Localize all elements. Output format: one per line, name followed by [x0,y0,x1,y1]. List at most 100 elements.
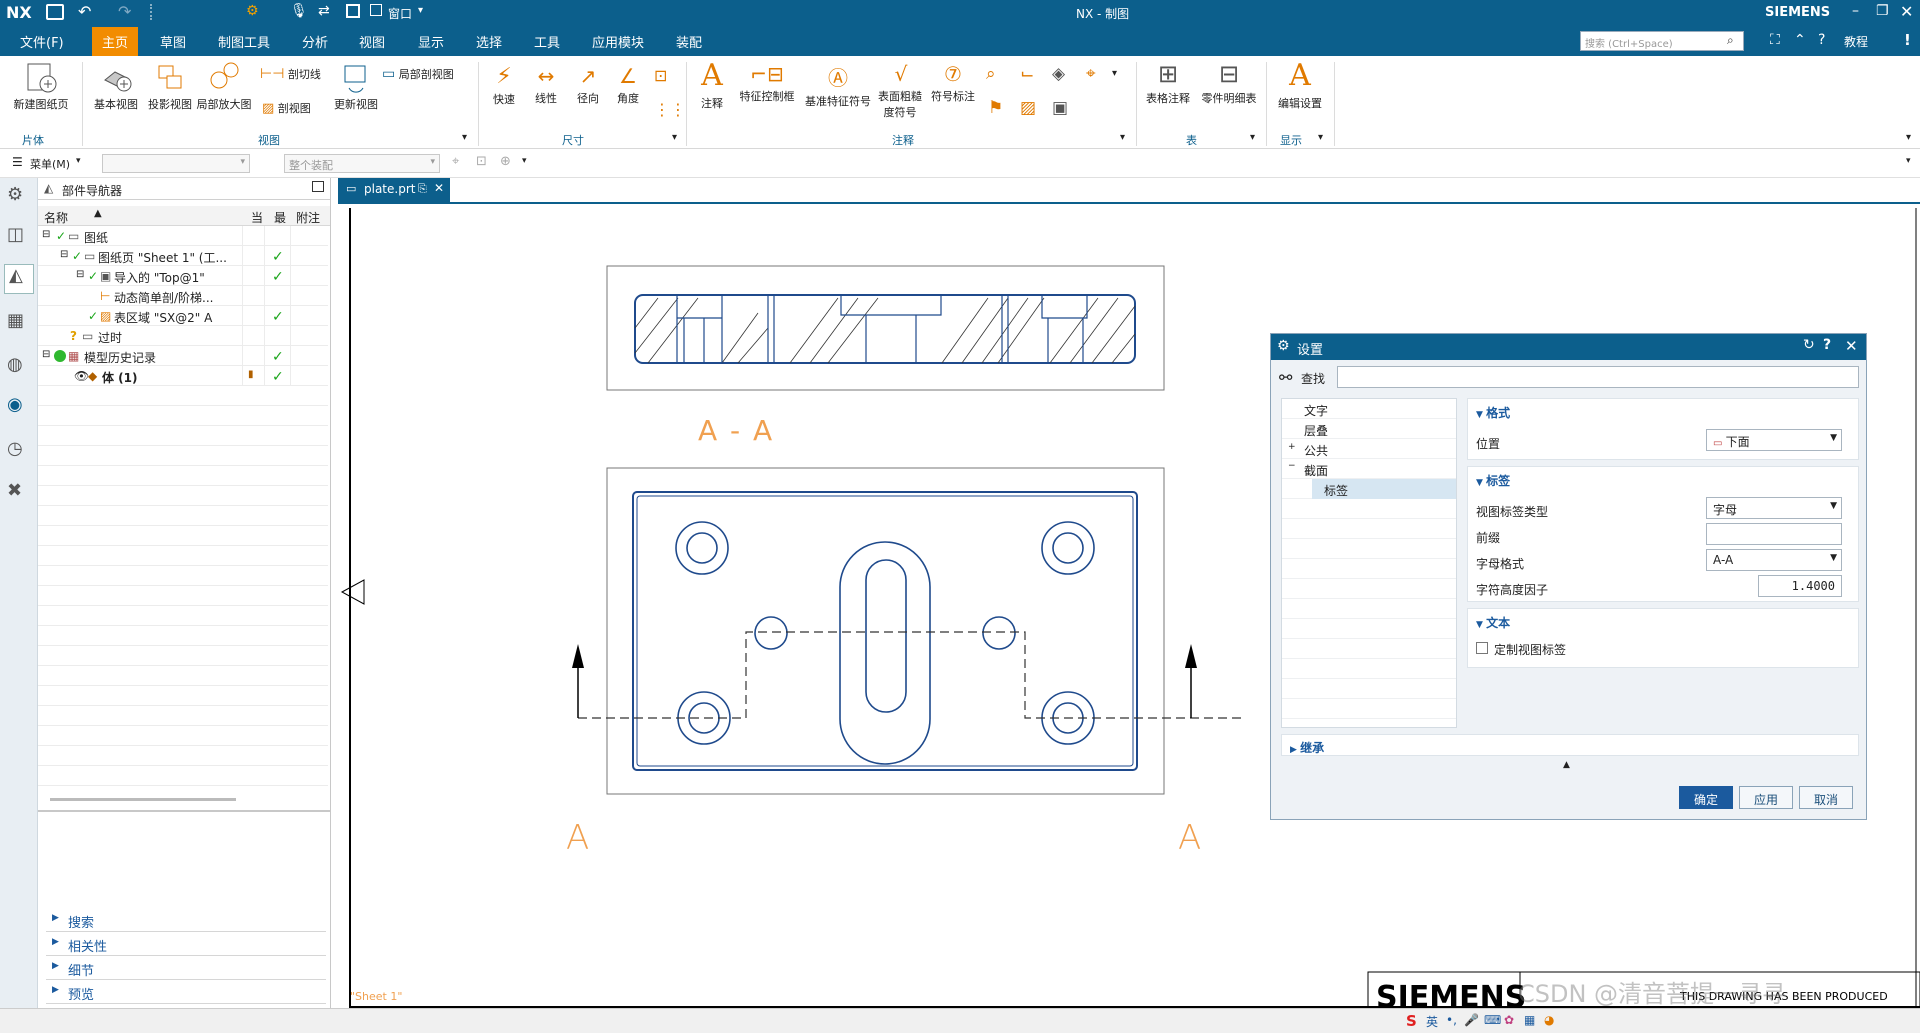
collapse-icon[interactable]: − [1288,461,1296,471]
surface-finish-button[interactable]: √ 表面粗糙度符号 [876,62,926,120]
toolbox-icon[interactable]: ▦ [1524,1013,1535,1027]
assembly-filter-select[interactable]: 整个装配 ▾ [284,154,440,173]
detail-view-button[interactable]: 局部放大图 [194,60,254,112]
prefix-input[interactable] [1706,523,1842,545]
notification-icon[interactable]: ! [1904,31,1911,49]
keyboard-icon[interactable]: ⌨ [1484,1013,1501,1027]
help-icon[interactable]: ? [1823,337,1831,353]
tutorial-link[interactable]: 教程 [1844,33,1868,50]
tab-view[interactable]: 视图 [359,32,385,51]
search-icon[interactable]: ⌕ [1727,33,1734,48]
label-header[interactable]: ▼ 标签 [1476,472,1510,489]
section-view-button[interactable]: ▨ 剖视图 [262,100,328,116]
tab-plate-prt[interactable]: ▭ plate.prt ⎘ ✕ [338,178,450,202]
main-menu-button[interactable]: 菜单(M) [30,156,70,172]
tab-analysis[interactable]: 分析 [302,32,328,51]
microphone-icon[interactable]: 🎙 [290,3,308,19]
chevron-down-icon[interactable]: ▾ [1120,132,1125,143]
tabular-note-button[interactable]: ⊞ 表格注释 [1142,60,1194,106]
view-label-type-select[interactable]: 字母 ▼ [1706,497,1842,519]
fill-icon[interactable]: ◈ [1052,64,1065,84]
collapse-dialog-icon[interactable]: ▲ [1563,760,1570,770]
inherit-section[interactable]: ▶ 继承 [1281,734,1859,756]
fcf-button[interactable]: ⌐⊟ 特征控制框 [734,62,800,104]
chevron-down-icon[interactable]: ▾ [1906,156,1911,166]
part-navigator-icon[interactable]: ◭ [4,264,34,294]
new-sheet-button[interactable]: 新建图纸页 [10,60,72,112]
collapse-ribbon-icon[interactable]: ⌃ [1794,32,1806,48]
restore-icon[interactable]: ❐ [1876,3,1889,19]
snap-icon[interactable]: ⊕ [500,154,511,169]
parts-list-button[interactable]: ⊟ 零件明细表 [1198,60,1260,106]
image-icon[interactable]: ▣ [1052,98,1068,118]
close-icon[interactable]: ✕ [1845,337,1858,355]
splitter[interactable] [38,810,330,812]
text-header[interactable]: ▼ 文本 [1476,614,1510,631]
voice-icon[interactable]: 🎤 [1464,1013,1479,1027]
tab-drafting-tools[interactable]: 制图工具 [218,32,270,51]
select-icon[interactable]: ⌖ [452,154,459,169]
window-icon[interactable] [346,4,360,18]
type-filter-select[interactable]: ▾ [102,154,250,173]
ordinate-dim-icon[interactable]: ⊡ [654,66,667,85]
history-icon[interactable]: ◷ [7,438,31,462]
tree-row-model-history[interactable]: ⊟ ▦ 模型历史记录 ✓ [38,346,328,366]
flag-icon[interactable]: ⚑ [988,98,1003,118]
section-line-button[interactable]: ⊢⊣ 剖切线 [260,66,326,82]
col-name[interactable]: 名称 [44,209,68,226]
tree-row-imported-view[interactable]: ⊟ ✓ ▣ 导入的 "Top@1" ✓ [38,266,328,286]
tree-row-table-region[interactable]: ✓ ▨ 表区域 "SX@2" A ✓ [38,306,328,326]
tree-item-section[interactable]: 截面 [1304,462,1328,479]
save-icon[interactable] [46,4,64,20]
break-out-section-button[interactable]: ▭ 局部剖视图 [382,66,472,82]
redo-icon[interactable]: ↷ [118,2,131,21]
menu-icon[interactable]: ☰ [12,155,23,169]
expand-icon[interactable]: + [1288,442,1296,452]
chevron-down-icon[interactable]: ▾ [1250,132,1255,143]
design-icon[interactable]: ⚙ [246,3,259,19]
horizontal-scrollbar[interactable] [50,798,236,801]
chevron-down-icon[interactable]: ▾ [522,156,527,166]
tab-tools[interactable]: 工具 [534,32,560,51]
cancel-button[interactable]: 取消 [1799,786,1853,809]
col-notes[interactable]: 附注 [296,209,320,226]
tree-item-label-selected[interactable]: 标签 [1312,479,1456,499]
ime-toolbar[interactable]: S 英 •, 🎤 ⌨ ✿ ▦ ◕ [1402,1010,1602,1032]
linear-dim-button[interactable]: ↔ 线性 [526,64,566,106]
command-search[interactable]: 搜索 (Ctrl+Space) ⌕ [1580,31,1744,51]
dialog-title-bar[interactable]: ⚙ 设置 ↻ ? ✕ [1271,334,1866,360]
reset-icon[interactable]: ↻ [1803,337,1815,353]
ime-lang[interactable]: 英 [1426,1013,1438,1030]
edit-settings-button[interactable]: A 编辑设置 [1272,58,1328,111]
help-icon[interactable]: ? [1818,32,1825,48]
section-arrow-label-left[interactable]: A [566,818,589,858]
radial-dim-button[interactable]: ↗ 径向 [568,64,608,106]
close-tab-icon[interactable]: ✕ [434,181,444,195]
chevron-down-icon[interactable]: ▾ [672,132,677,143]
maximize-icon[interactable] [312,181,324,192]
chevron-down-icon[interactable]: ▾ [1318,132,1323,143]
chevron-down-icon[interactable]: ▾ [1906,132,1911,143]
mascot-icon[interactable]: ◕ [1544,1013,1554,1027]
hd3d-icon[interactable]: ◍ [7,354,31,378]
tools-icon[interactable]: ✖ [7,480,31,504]
assembly-navigator-icon[interactable]: ◫ [7,224,31,248]
collapse-icon[interactable]: ⊟ [60,249,68,260]
position-select[interactable]: ▭ 下面 ▼ [1706,429,1842,451]
chain-dim-icon[interactable]: ⋮⋮ [654,100,686,119]
col-current[interactable]: 当 [251,209,263,226]
target-icon[interactable]: ⌖ [1086,64,1096,84]
tree-item-text[interactable]: 文字 [1304,402,1328,419]
datum-symbol-button[interactable]: Ⓐ 基准特征符号 [802,62,874,109]
base-view-button[interactable]: 基本视图 [88,60,144,112]
skin-icon[interactable]: ✿ [1504,1013,1514,1027]
eye-icon[interactable]: 👁 [74,369,89,383]
corner-icon[interactable]: ⌙ [1020,64,1034,84]
section-preview[interactable]: ▶ 预览 [46,980,326,1004]
custom-view-label-checkbox[interactable] [1476,642,1488,654]
section-view-label[interactable]: A - A [698,414,774,447]
note-button[interactable]: A 注释 [692,58,732,111]
undo-icon[interactable]: ↶ [78,2,91,21]
collapse-icon[interactable]: ⊟ [42,229,50,240]
tree-item-common[interactable]: 公共 [1304,442,1328,459]
